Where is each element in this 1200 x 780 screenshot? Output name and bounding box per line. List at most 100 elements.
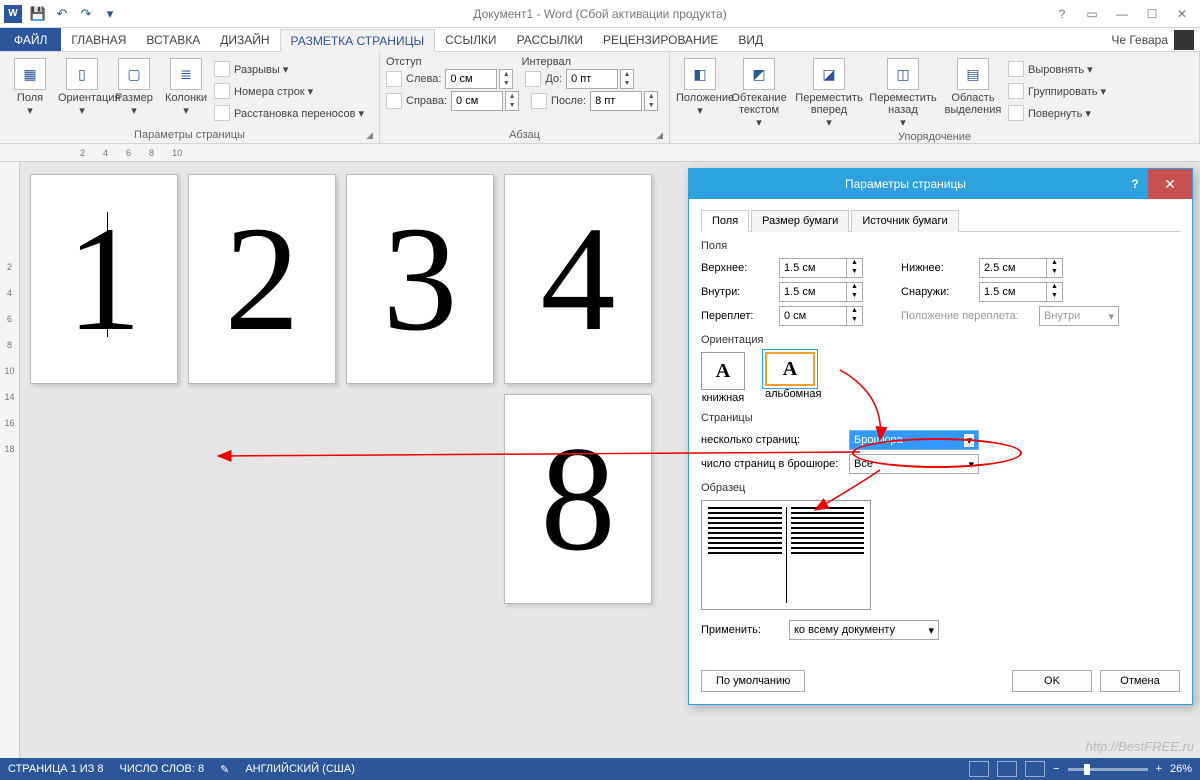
tab-insert[interactable]: ВСТАВКА [136,28,210,51]
multiple-pages-label: несколько страниц: [701,434,841,446]
line-numbers-button[interactable]: Номера строк ▾ [214,80,364,102]
default-button[interactable]: По умолчанию [701,670,805,692]
page-2[interactable]: 2 [188,174,336,384]
page-1[interactable]: 1 [30,174,178,384]
tab-review[interactable]: РЕЦЕНЗИРОВАНИЕ [593,28,728,51]
maximize-icon[interactable]: ☐ [1142,7,1162,21]
sheets-select[interactable]: Все▾ [849,454,979,474]
hyphenation-button[interactable]: Расстановка переносов ▾ [214,102,364,124]
spacing-title: Интервал [522,56,571,68]
dialog-tabs: Поля Размер бумаги Источник бумаги [701,209,1180,232]
send-backward-button[interactable]: ◫Переместить назад▾ [868,54,938,129]
ribbon-options-icon[interactable]: ▭ [1082,7,1102,21]
page-thumbnails: 1 2 3 4 8 [30,174,670,604]
save-icon[interactable]: 💾 [30,6,46,22]
view-web-icon[interactable] [1025,761,1045,777]
page-8[interactable]: 8 [504,394,652,604]
zoom-out-icon[interactable]: − [1053,763,1059,775]
launcher-icon[interactable]: ◢ [656,130,663,141]
title-bar: W 💾 ↶ ↷ ▾ Документ1 - Word (Сбой активац… [0,0,1200,28]
ok-button[interactable]: OK [1012,670,1092,692]
horizontal-ruler[interactable]: 246810 [0,144,1200,162]
dialog-close-icon[interactable]: ✕ [1148,169,1192,199]
page-4[interactable]: 4 [504,174,652,384]
window-buttons: ? ▭ — ☐ ✕ [1052,7,1200,21]
group-arrange: ◧Положение▾ ◩Обтекание текстом▾ ◪Перемес… [670,52,1200,143]
ribbon: ▦Поля▾ ▯Ориентация▾ ▢Размер▾ ≣Колонки▾ Р… [0,52,1200,144]
tab-mailings[interactable]: РАССЫЛКИ [507,28,593,51]
align-button[interactable]: Выровнять ▾ [1008,58,1106,80]
bring-forward-button[interactable]: ◪Переместить вперед▾ [794,54,864,129]
position-button[interactable]: ◧Положение▾ [676,54,724,117]
spacing-before-icon [525,71,541,87]
multiple-pages-select[interactable]: Брошюра▾ [849,430,979,450]
page-3[interactable]: 3 [346,174,494,384]
gutter-label: Переплет: [701,310,771,322]
zoom-in-icon[interactable]: + [1156,763,1162,775]
spacing-after-icon [531,93,547,109]
status-language[interactable]: АНГЛИЙСКИЙ (США) [245,763,355,775]
rotate-button[interactable]: Повернуть ▾ [1008,102,1106,124]
cancel-button[interactable]: Отмена [1100,670,1180,692]
view-print-icon[interactable] [997,761,1017,777]
vertical-ruler[interactable]: 246810141618 [0,162,20,758]
indent-left-label: Слева: [406,73,441,85]
help-icon[interactable]: ? [1052,7,1072,21]
dialog-help-icon[interactable]: ? [1122,177,1148,191]
landscape-option[interactable]: Aальбомная [765,352,821,404]
tab-references[interactable]: ССЫЛКИ [435,28,506,51]
selection-pane-button[interactable]: ▤Область выделения [942,54,1004,116]
view-read-icon[interactable] [969,761,989,777]
group-label: Упорядочение [898,131,971,143]
tab-design[interactable]: ДИЗАЙН [210,28,279,51]
group-paragraph: Отступ Интервал Слева: ▲▼ До: ▲▼ Справа:… [380,52,670,143]
spacing-before-input[interactable]: ▲▼ [566,69,634,89]
close-icon[interactable]: ✕ [1172,7,1192,21]
sample-section-label: Образец [701,482,1180,494]
columns-button[interactable]: ≣Колонки▾ [162,54,210,117]
group-label: Параметры страницы [134,129,245,141]
inside-margin-label: Внутри: [701,286,771,298]
tab-home[interactable]: ГЛАВНАЯ [61,28,136,51]
status-proof-icon[interactable]: ✎ [220,763,229,776]
ribbon-tabs: ФАЙЛ ГЛАВНАЯ ВСТАВКА ДИЗАЙН РАЗМЕТКА СТР… [0,28,1200,52]
dtab-source[interactable]: Источник бумаги [851,210,958,232]
size-button[interactable]: ▢Размер▾ [110,54,158,117]
dialog-titlebar[interactable]: Параметры страницы ? ✕ [689,169,1192,199]
tab-view[interactable]: ВИД [728,28,773,51]
minimize-icon[interactable]: — [1112,7,1132,21]
group-label: Абзац [509,129,540,141]
undo-icon[interactable]: ↶ [54,6,70,22]
zoom-level[interactable]: 26% [1170,763,1192,775]
indent-right-input[interactable]: ▲▼ [451,91,519,111]
spacing-before-label: До: [545,73,562,85]
zoom-slider[interactable] [1068,768,1148,771]
indent-left-input[interactable]: ▲▼ [445,69,513,89]
bottom-margin-input[interactable]: ▲▼ [979,258,1063,278]
orientation-button[interactable]: ▯Ориентация▾ [58,54,106,117]
outside-margin-input[interactable]: ▲▼ [979,282,1063,302]
group-button[interactable]: Группировать ▾ [1008,80,1106,102]
redo-icon[interactable]: ↷ [78,6,94,22]
margins-button[interactable]: ▦Поля▾ [6,54,54,117]
inside-margin-input[interactable]: ▲▼ [779,282,863,302]
tab-page-layout[interactable]: РАЗМЕТКА СТРАНИЦЫ [280,29,436,52]
tab-file[interactable]: ФАЙЛ [0,28,61,51]
portrait-option[interactable]: Aкнижная [701,352,745,404]
spacing-after-input[interactable]: ▲▼ [590,91,658,111]
indent-title: Отступ [386,56,422,68]
top-margin-input[interactable]: ▲▼ [779,258,863,278]
status-page[interactable]: СТРАНИЦА 1 ИЗ 8 [8,763,104,775]
launcher-icon[interactable]: ◢ [366,130,373,141]
dtab-margins[interactable]: Поля [701,210,749,232]
apply-to-select[interactable]: ко всему документу▾ [789,620,939,640]
wrap-text-button[interactable]: ◩Обтекание текстом▾ [728,54,790,129]
qat-customize-icon[interactable]: ▾ [102,6,118,22]
status-words[interactable]: ЧИСЛО СЛОВ: 8 [120,763,205,775]
breaks-button[interactable]: Разрывы ▾ [214,58,364,80]
quick-access-toolbar: W 💾 ↶ ↷ ▾ [0,5,118,23]
pages-section-label: Страницы [701,412,1180,424]
gutter-input[interactable]: ▲▼ [779,306,863,326]
user-area[interactable]: Че Гевара [1111,28,1200,51]
dtab-paper[interactable]: Размер бумаги [751,210,849,232]
